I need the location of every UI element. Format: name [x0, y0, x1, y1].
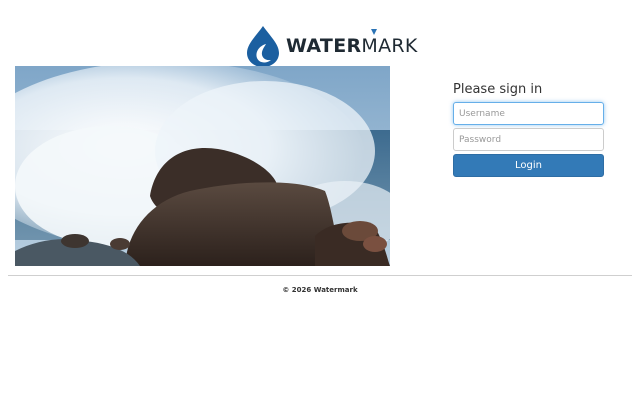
- brand-name-light: MARK: [361, 35, 418, 57]
- password-field[interactable]: [453, 128, 604, 151]
- water-drop-icon: [247, 26, 279, 67]
- brand-name: WATERMARK: [286, 29, 418, 57]
- footer-divider: [8, 275, 632, 276]
- username-field[interactable]: [453, 102, 604, 125]
- footer-copyright: © 2026 Watermark: [282, 286, 358, 294]
- brand-logo: WATERMARK: [244, 24, 418, 68]
- signin-title: Please sign in: [453, 82, 543, 97]
- ocean-wave-rocks-photo: [15, 66, 390, 266]
- brand-name-bold: WATER: [286, 35, 362, 57]
- brand-accent-mark: [371, 29, 377, 35]
- login-button[interactable]: Login: [453, 154, 604, 177]
- signin-panel: Please sign in Login: [453, 82, 604, 177]
- hero-image: [15, 66, 390, 266]
